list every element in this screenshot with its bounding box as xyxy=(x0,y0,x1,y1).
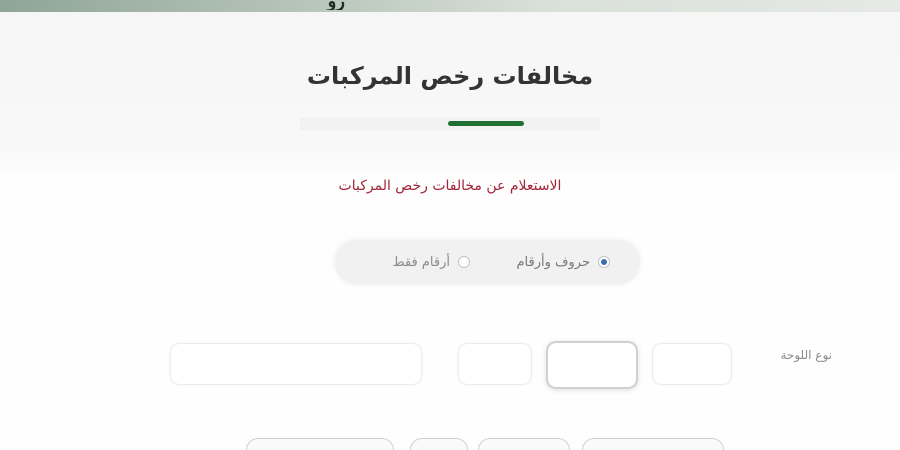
radio-letters-numbers-label: حروف وأرقام xyxy=(516,254,591,270)
plate-type-label: نوع اللوحة xyxy=(780,348,832,362)
radio-unselected-icon[interactable] xyxy=(458,256,470,268)
header-card xyxy=(0,12,900,182)
bottom-button-3[interactable] xyxy=(410,438,468,450)
title-underline xyxy=(448,121,524,126)
radio-selected-icon[interactable] xyxy=(598,256,610,268)
plate-char-input-2[interactable] xyxy=(546,341,638,389)
search-type-radio-group: حروف وأرقام أرقام فقط xyxy=(335,240,640,284)
page-subtitle: الاستعلام عن مخالفات رخص المركبات xyxy=(338,178,562,194)
radio-numbers-only[interactable]: أرقام فقط xyxy=(393,252,470,272)
page-title: مخالفات رخص المركبات xyxy=(306,62,594,90)
site-logo[interactable]: رو xyxy=(275,0,345,10)
top-banner xyxy=(0,0,900,12)
radio-letters-numbers[interactable]: حروف وأرقام xyxy=(516,252,610,272)
bottom-button-2[interactable] xyxy=(478,438,570,450)
plate-char-input-3[interactable] xyxy=(458,343,532,385)
plate-char-input-1[interactable] xyxy=(652,343,732,385)
page: رو مخالفات رخص المركبات الاستعلام عن مخا… xyxy=(0,0,900,450)
bottom-button-1[interactable] xyxy=(582,438,724,450)
radio-numbers-only-label: أرقام فقط xyxy=(392,254,450,270)
plate-number-input[interactable] xyxy=(170,343,422,385)
bottom-button-4[interactable] xyxy=(246,438,394,450)
